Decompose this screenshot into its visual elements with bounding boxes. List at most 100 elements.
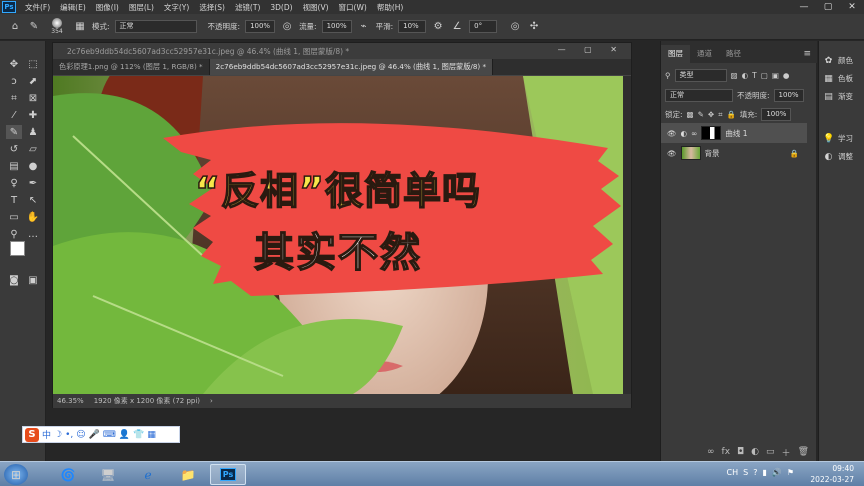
ime-moon-icon[interactable]: ☽ — [54, 430, 62, 440]
tab-channels[interactable]: 通道 — [690, 45, 719, 63]
visibility-eye-icon[interactable]: 👁 — [667, 149, 677, 158]
path-select-icon[interactable]: ↖ — [25, 193, 41, 207]
lang-indicator[interactable]: CH — [727, 468, 739, 477]
move-tool-icon[interactable]: ✥ — [6, 57, 22, 71]
fill-field[interactable]: 100% — [761, 108, 792, 121]
layer-row-background[interactable]: 👁 背景 🔒 — [661, 143, 807, 163]
maximize-button[interactable]: ▢ — [816, 0, 840, 14]
status-arrow-icon[interactable]: › — [210, 397, 213, 405]
menu-edit[interactable]: 编辑(E) — [55, 2, 91, 13]
fx-icon[interactable]: fx — [722, 447, 731, 457]
menu-type[interactable]: 文字(Y) — [159, 2, 194, 13]
canvas[interactable]: “反相”很简单吗 其实不然 — [53, 76, 623, 394]
ime-keyboard-icon[interactable]: ⌨ — [103, 430, 116, 440]
more-tools-icon[interactable]: … — [25, 227, 41, 241]
help-icon[interactable]: ? — [753, 468, 757, 477]
menu-view[interactable]: 视图(V) — [298, 2, 334, 13]
blend-mode-dropdown[interactable]: 正常 — [665, 89, 733, 102]
taskbar-photoshop[interactable]: Ps — [210, 464, 246, 485]
dock-adjust[interactable]: ◐ 调整 — [823, 151, 853, 162]
ime-punct-icon[interactable]: •, — [65, 430, 73, 440]
layer-filter-dropdown[interactable]: 类型 — [674, 69, 727, 82]
ime-user-icon[interactable]: 👤 — [119, 430, 130, 440]
layer-mask-thumbnail[interactable] — [701, 126, 722, 140]
layer-opacity-field[interactable]: 100% — [773, 89, 804, 102]
rectangle-tool-icon[interactable]: ▭ — [6, 210, 22, 224]
menu-window[interactable]: 窗口(W) — [334, 2, 372, 13]
tab-current-jpeg[interactable]: 2c76eb9ddb54dc5607ad3cc52957e31c.jpeg @ … — [209, 59, 494, 75]
dock-learn[interactable]: 💡 学习 — [823, 133, 853, 144]
angle-field[interactable]: 0° — [469, 20, 498, 33]
menu-help[interactable]: 帮助(H) — [372, 2, 409, 13]
volume-icon[interactable]: 🔊 — [772, 468, 782, 477]
eraser-tool-icon[interactable]: ▱ — [25, 142, 41, 156]
blur-tool-icon[interactable]: ● — [25, 159, 41, 173]
gear-icon[interactable]: ⚙ — [431, 20, 445, 34]
hand-tool-icon[interactable]: ✋ — [25, 210, 41, 224]
lock-all-icon[interactable]: 🔒 — [726, 110, 735, 119]
symmetry-icon[interactable]: ✣ — [527, 20, 541, 34]
eyedropper-tool-icon[interactable]: ⁄ — [6, 108, 22, 122]
lock-paint-icon[interactable]: ✎ — [698, 110, 704, 119]
tab-layers[interactable]: 图层 — [661, 45, 690, 63]
gradient-tool-icon[interactable]: ▤ — [6, 159, 22, 173]
tab-color-principle[interactable]: 色彩原理1.png @ 112% (图层 1, RGB/8) * — [53, 59, 210, 75]
brush-tool-icon[interactable]: ✎ — [27, 20, 41, 34]
type-tool-icon[interactable]: T — [6, 193, 22, 207]
clock[interactable]: 09:40 2022-03-27 — [810, 463, 854, 485]
taskbar-explorer-icon[interactable]: 🖥 — [90, 464, 126, 485]
dock-swatches[interactable]: ▦ 色板 — [823, 73, 853, 84]
ime-emoji-icon[interactable]: ☺ — [76, 430, 85, 440]
brush-preset-picker[interactable]: 354 — [46, 18, 68, 35]
menu-3d[interactable]: 3D(D) — [265, 3, 297, 12]
zoom-level[interactable]: 46.35% — [57, 397, 84, 405]
layer-chain-icon[interactable]: ∞ — [691, 129, 697, 138]
filter-toggle-icon[interactable]: ● — [783, 71, 790, 80]
lasso-tool-icon[interactable]: ↄ — [6, 74, 22, 88]
dock-color[interactable]: ✿ 颜色 — [823, 55, 853, 66]
ime-grid-icon[interactable]: ▦ — [147, 430, 156, 440]
screen-mode-icon[interactable]: ▣ — [25, 273, 41, 287]
panel-menu-icon[interactable]: ≡ — [803, 45, 817, 63]
crop-tool-icon[interactable]: ⌗ — [6, 91, 22, 105]
vertical-scrollbar[interactable] — [623, 76, 631, 394]
filter-pixel-icon[interactable]: ▨ — [731, 71, 738, 80]
flag-icon[interactable]: ⚑ — [787, 468, 794, 477]
new-group-icon[interactable]: ▭ — [766, 447, 775, 457]
dodge-tool-icon[interactable]: ♀ — [6, 176, 22, 190]
pressure-opacity-icon[interactable]: ◎ — [280, 20, 294, 34]
menu-image[interactable]: 图像(I) — [91, 2, 124, 13]
mode-dropdown[interactable]: 正常 — [114, 20, 197, 33]
quick-select-icon[interactable]: ⬈ — [25, 74, 41, 88]
stamp-tool-icon[interactable]: ♟ — [25, 125, 41, 139]
document-window-controls[interactable]: — ▢ ✕ — [558, 45, 625, 54]
filter-type-icon[interactable]: T — [752, 71, 757, 80]
brush-settings-icon[interactable]: ▦ — [73, 20, 87, 34]
close-button[interactable]: ✕ — [840, 0, 864, 14]
pen-tool-icon[interactable]: ✒ — [25, 176, 41, 190]
filter-adjust-icon[interactable]: ◐ — [742, 71, 749, 80]
tab-paths[interactable]: 路径 — [719, 45, 748, 63]
menu-select[interactable]: 选择(S) — [194, 2, 230, 13]
zoom-tool-icon[interactable]: ⚲ — [6, 227, 22, 241]
menu-layer[interactable]: 图层(L) — [124, 2, 159, 13]
sogou-logo[interactable]: S — [25, 427, 39, 442]
minimize-button[interactable]: — — [792, 0, 816, 14]
ime-skin-icon[interactable]: 👕 — [133, 430, 144, 440]
taskbar-app-icon[interactable]: 🌀 — [50, 464, 86, 485]
frame-tool-icon[interactable]: ⊠ — [25, 91, 41, 105]
home-icon[interactable]: ⌂ — [8, 20, 22, 34]
link-layers-icon[interactable]: ∞ — [707, 447, 715, 457]
lock-artboard-icon[interactable]: ⌗ — [718, 110, 722, 120]
layer-row-curves[interactable]: 👁 ◐ ∞ 曲线 1 — [661, 123, 807, 143]
taskbar-folder-icon[interactable]: 📁 — [170, 464, 206, 485]
quick-mask-icon[interactable]: ◙ — [6, 273, 22, 287]
add-mask-icon[interactable]: ◘ — [737, 447, 744, 457]
pressure-size-icon[interactable]: ◎ — [508, 20, 522, 34]
taskbar-ie-icon[interactable]: ℯ — [130, 464, 166, 485]
delete-layer-icon[interactable]: 🗑 — [798, 447, 809, 457]
dock-gradient[interactable]: ▤ 渐变 — [823, 91, 853, 102]
brush-tool-active-icon[interactable]: ✎ — [6, 125, 22, 139]
flow-field[interactable]: 100% — [321, 20, 352, 33]
foreground-color-swatch[interactable] — [10, 241, 25, 256]
